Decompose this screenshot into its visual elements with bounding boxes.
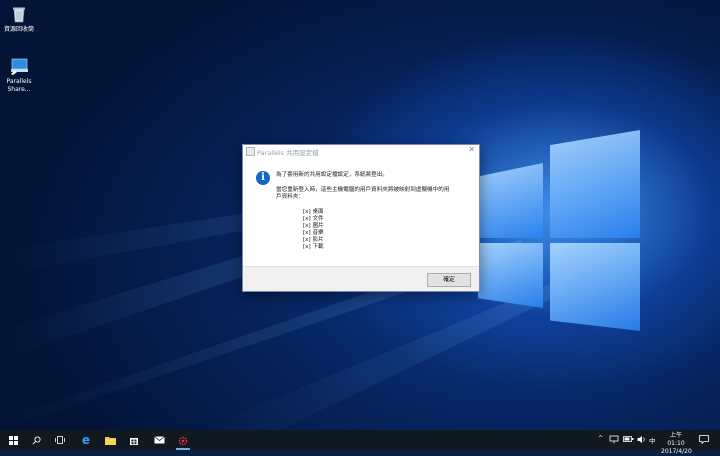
search-icon xyxy=(31,435,41,445)
folder-item: [x] 音樂 xyxy=(303,229,324,236)
folder-item: [x] 文件 xyxy=(303,215,324,222)
app-icon xyxy=(246,147,255,156)
clock-time: 上午 01:10 xyxy=(667,432,685,447)
folder-item: [x] 影片 xyxy=(303,236,324,243)
folder-item: [x] 下載 xyxy=(303,243,324,250)
mail-button[interactable] xyxy=(152,433,166,447)
parallels-share-label: Parallels Share... xyxy=(6,78,32,93)
dialog-footer: 確定 xyxy=(243,266,479,291)
show-hidden-icons-button[interactable]: ^ xyxy=(598,435,603,455)
clock-date: 2017/4/20 xyxy=(661,448,692,455)
edge-icon: e xyxy=(81,433,91,447)
task-view-button[interactable] xyxy=(53,433,67,447)
info-icon: i xyxy=(256,171,270,185)
search-button[interactable] xyxy=(29,433,43,447)
recycle-bin-shortcut[interactable]: 資源回收筒 xyxy=(0,4,41,34)
battery-status[interactable] xyxy=(623,435,634,455)
dialog-title: Parallels 共用設定檔 xyxy=(257,149,319,157)
message-line-2a: 當您重新登入時，這些主機電腦的用戶資料夾將被映射到虛擬機中的用 xyxy=(276,187,450,193)
recycle-bin-icon xyxy=(9,4,29,24)
parallels-dialog: Parallels 共用設定檔 ✕ i 為了套用新的共用設定檔設定，系統將登出。… xyxy=(242,144,480,292)
parallels-tools-button[interactable] xyxy=(176,433,190,450)
message-line-1: 為了套用新的共用設定檔設定，系統將登出。 xyxy=(276,172,388,178)
network-status[interactable] xyxy=(609,435,619,455)
edge-button[interactable]: e xyxy=(79,433,93,447)
message-line-2b: 戶資料夾： xyxy=(276,194,304,200)
windows-logo-pane xyxy=(550,130,640,238)
recycle-bin-label: 資源回收筒 xyxy=(3,26,34,33)
windows-logo-pane xyxy=(478,243,543,308)
ok-button[interactable]: 確定 xyxy=(427,273,471,287)
taskbar: e ^ 中 上午 01:10 2017/4/20 xyxy=(0,430,720,455)
folder-item: [x] 桌面 xyxy=(303,209,324,215)
task-view-icon xyxy=(55,436,65,444)
folder-icon xyxy=(104,436,116,445)
battery-icon xyxy=(623,436,634,442)
ime-indicator[interactable]: 中 xyxy=(649,435,656,455)
start-button[interactable] xyxy=(6,433,20,447)
speaker-icon xyxy=(637,436,645,443)
parallels-share-icon xyxy=(9,56,29,76)
folder-item: [x] 圖片 xyxy=(303,222,324,229)
store-icon xyxy=(130,438,138,445)
notification-icon xyxy=(699,435,709,445)
dialog-titlebar[interactable]: Parallels 共用設定檔 ✕ xyxy=(243,145,479,158)
volume-control[interactable] xyxy=(637,435,647,455)
store-button[interactable] xyxy=(127,433,141,447)
close-icon[interactable]: ✕ xyxy=(468,145,475,154)
folder-list: [x] 桌面 [x] 文件 [x] 圖片 [x] 音樂 [x] 影片 [x] 下… xyxy=(303,209,324,250)
windows-start-icon xyxy=(8,435,18,445)
mail-icon xyxy=(153,436,165,444)
parallels-gear-icon xyxy=(178,436,188,445)
file-explorer-button[interactable] xyxy=(103,433,117,447)
windows-logo-pane xyxy=(550,243,640,331)
parallels-share-shortcut[interactable]: Parallels Share... xyxy=(0,56,41,94)
action-center-button[interactable] xyxy=(699,435,709,455)
network-icon xyxy=(609,435,619,444)
clock[interactable]: 上午 01:10 2017/4/20 xyxy=(661,432,692,455)
chevron-up-icon: ^ xyxy=(598,435,604,442)
